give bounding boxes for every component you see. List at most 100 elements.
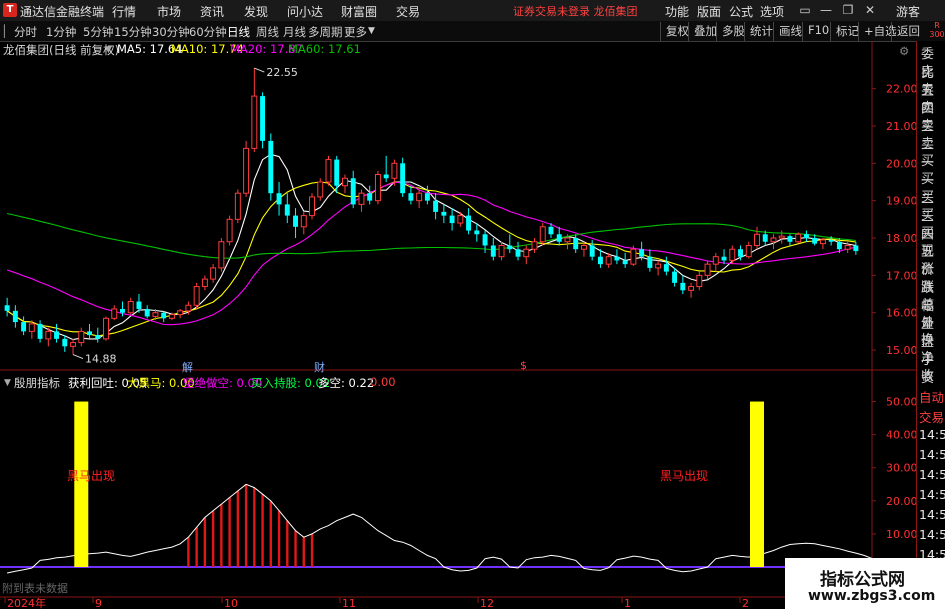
indicator-bar (203, 517, 207, 567)
candle-body-up (70, 342, 77, 347)
candle-body-up (498, 244, 505, 258)
candle-body-up (78, 330, 85, 344)
price-tick-label: 21.00 (886, 120, 918, 133)
candle-body-up (168, 314, 175, 319)
candle-body-down (663, 264, 669, 272)
candle-body-down (161, 312, 167, 319)
price-tick-label: 17.00 (886, 269, 918, 282)
candle-body-down (466, 215, 472, 231)
candle-body-down (400, 163, 406, 194)
candle-body-up (342, 177, 348, 187)
date-tick-label: 2 (742, 597, 749, 609)
signal-bar (74, 401, 89, 567)
side-trade-item[interactable]: 14:5 (919, 427, 945, 442)
candle-body-down (260, 96, 266, 141)
side-trade-item[interactable]: 14:5 (919, 507, 945, 522)
candle-body-down (284, 204, 290, 216)
date-tick-label: 2024年 (7, 596, 46, 609)
marker-unlock[interactable]: 解 (182, 359, 193, 375)
candle-body-up (745, 244, 752, 258)
high-pointer (254, 67, 265, 73)
candle-body-up (605, 256, 612, 265)
legend-long-short: 多空: 0.22 (318, 376, 375, 390)
candle-body-up (374, 174, 381, 202)
candle-body-down (433, 200, 439, 212)
candle-body-down (293, 215, 299, 227)
candle-body-down (614, 256, 620, 261)
candle-body-down (853, 245, 859, 252)
candle-body-up (564, 237, 571, 243)
ma60-line (6, 212, 856, 259)
candle-body-down (787, 236, 793, 242)
candle-body-down (762, 234, 768, 242)
candle-body-down (87, 331, 92, 336)
side-corner-label: R 300 (929, 21, 945, 39)
candle-body-up (819, 239, 826, 245)
candle-body-up (729, 248, 736, 261)
indicator-bar (253, 487, 256, 567)
candle-body-down (276, 193, 282, 205)
watermark: 指标公式网 www.zbgs3.com (785, 558, 945, 609)
price-tick-label: 20.00 (886, 157, 918, 170)
low-label: 14.88 (85, 353, 117, 366)
side-trade-item[interactable]: 交易 (919, 407, 944, 426)
candle-body-up (243, 147, 250, 194)
candle-body-down (556, 234, 562, 242)
price-tick-label: 18.00 (886, 232, 918, 245)
candle-body-down (350, 178, 356, 205)
candle-body-down (424, 193, 430, 201)
signal-bar (749, 401, 764, 567)
watermark-title: 指标公式网 (820, 570, 905, 590)
candle-body-up (300, 215, 307, 228)
candle-body-up (770, 237, 777, 243)
legend-extra: 0.00 (370, 375, 396, 389)
candle-body-up (185, 304, 192, 312)
candle-body-down (4, 305, 10, 311)
price-tick-label: 19.00 (886, 195, 918, 208)
high-label: 22.55 (266, 66, 298, 79)
indicator-bar (310, 533, 314, 567)
candle-body-up (218, 241, 225, 269)
side-trade-item[interactable]: 14:5 (919, 447, 945, 462)
candle-body-down (120, 308, 125, 313)
candle-body-down (622, 260, 628, 265)
candle-body-up (152, 312, 159, 317)
indicator-tick-label: 30.00 (886, 462, 918, 475)
indicator-panel (0, 401, 881, 574)
candle-body-down (548, 226, 554, 235)
chart-grid (0, 41, 916, 600)
candle-body-up (580, 244, 587, 250)
side-trade-item[interactable]: 14:5 (919, 467, 945, 482)
candle-body-up (177, 310, 184, 316)
candle-body-up (317, 181, 324, 198)
indicator-bar (277, 510, 281, 567)
side-trade-item[interactable]: 自动 (919, 387, 944, 406)
indicator-bar (286, 520, 289, 567)
indicator-bar (220, 504, 223, 567)
candle-body-down (482, 234, 488, 246)
indicator-toggle-icon[interactable]: ▼ (4, 378, 11, 388)
candle-body-up (778, 235, 785, 239)
candle-body-down (21, 322, 27, 332)
candle-body-down (738, 249, 743, 257)
candle-body-up (251, 95, 258, 149)
candle-body-down (647, 256, 653, 268)
quote-side-panel: R 300 委比 卖五 卖四 卖三 卖二 卖一 买一 买二 买三 买四 买五 现价 涨跌 涨幅 总量 外盘 换手… (916, 21, 945, 404)
indicator-bar (211, 510, 215, 567)
candle-body-up (457, 215, 464, 224)
candle-body-down (490, 245, 496, 257)
candle-body-down (95, 335, 101, 339)
date-axis: 2024年 9 10 11 12 1 2 (4, 596, 749, 609)
side-trade-item[interactable]: 14:5 (919, 487, 945, 502)
indicator-bar (236, 490, 240, 567)
date-tick-label: 10 (224, 597, 238, 609)
marker-dividend[interactable]: $ (520, 359, 527, 372)
candle-body-up (416, 192, 423, 202)
candle-body-down (721, 256, 727, 261)
candle-body-down (334, 159, 340, 186)
marker-finance[interactable]: 财 (314, 359, 325, 375)
candle-body-up (193, 286, 200, 306)
candle-body-up (103, 317, 109, 340)
candle-body-down (144, 308, 150, 317)
side-trade-item[interactable]: 14:5 (919, 527, 945, 542)
